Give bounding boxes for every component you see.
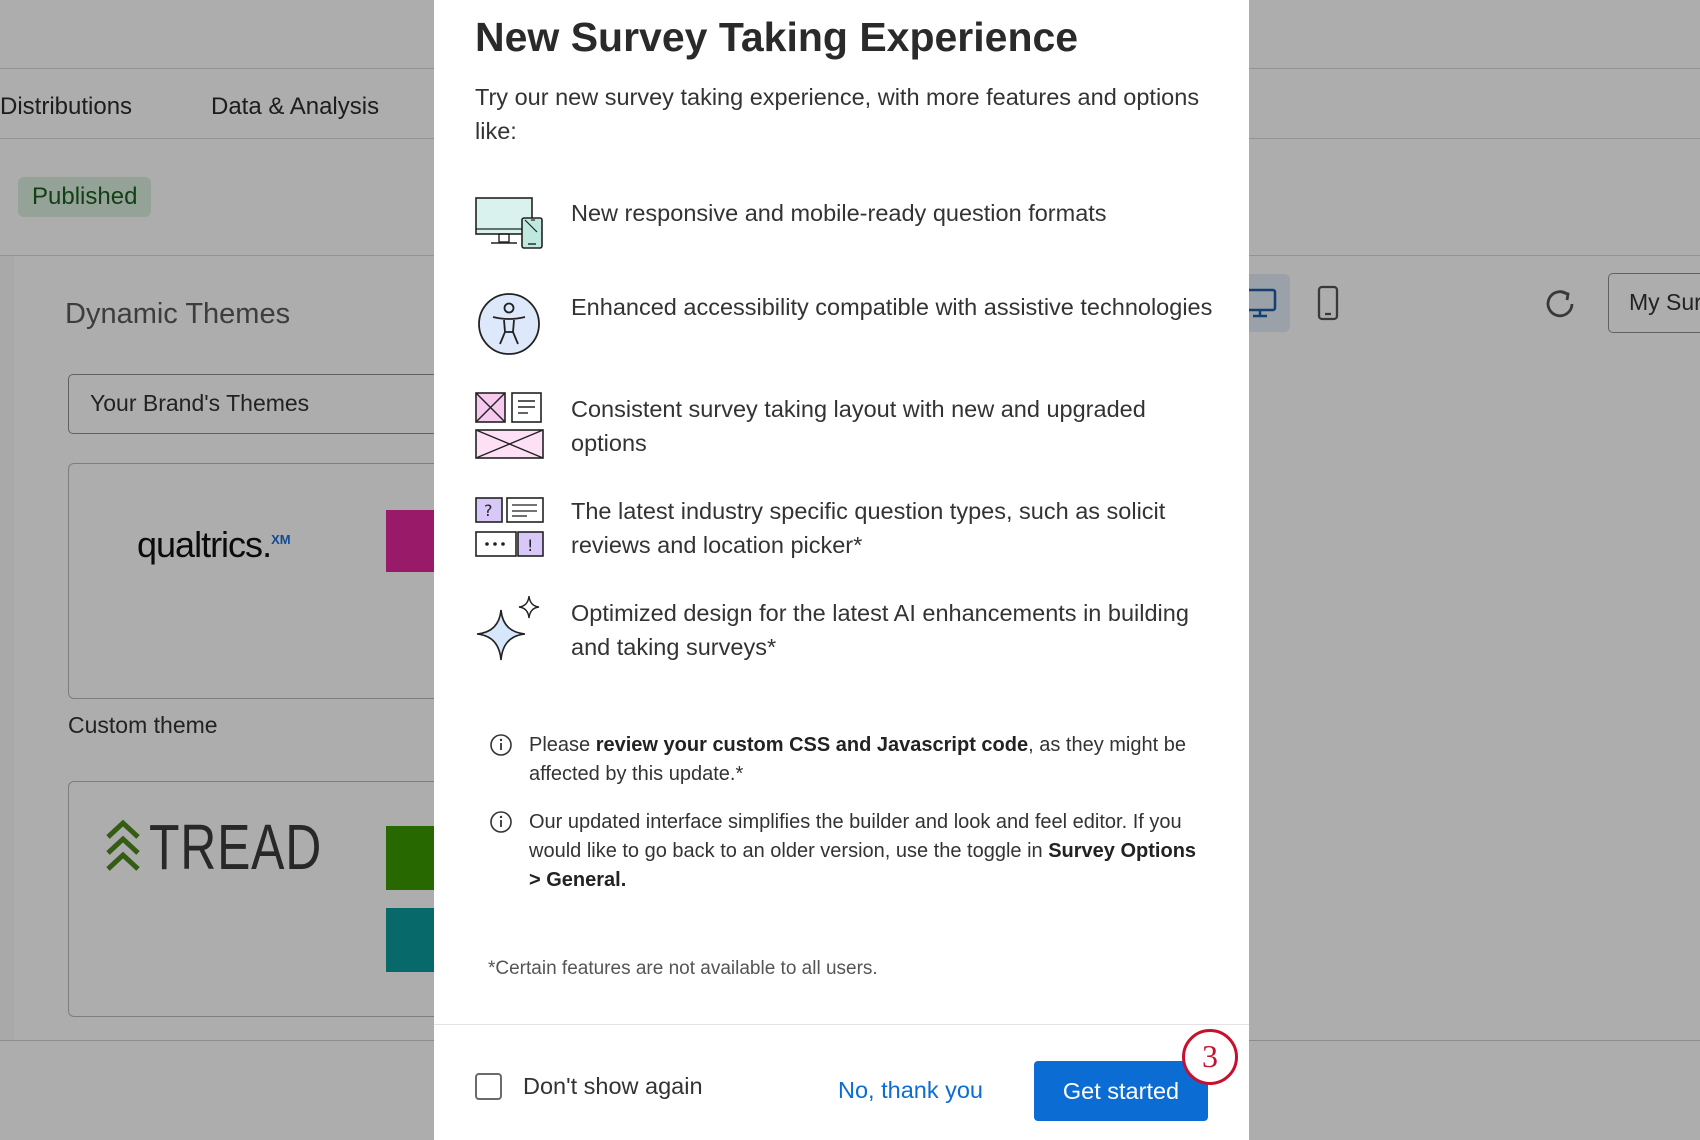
modal-title: New Survey Taking Experience	[475, 14, 1079, 60]
modal-footer: Don't show again No, thank you Get start…	[434, 1024, 1249, 1140]
modal-intro: Try our new survey taking experience, wi…	[475, 84, 1200, 144]
checkbox-label[interactable]: Don't show again	[523, 1073, 703, 1100]
footnote: *Certain features are not available to a…	[488, 958, 878, 979]
no-thank-you-button[interactable]: No, thank you	[838, 1077, 983, 1104]
svg-text:?: ?	[484, 501, 493, 520]
layout-icon	[475, 392, 544, 459]
feature-text: Optimized design for the latest AI enhan…	[571, 600, 1189, 660]
new-experience-modal: New Survey Taking Experience Try our new…	[434, 0, 1249, 1140]
dont-show-again-checkbox[interactable]	[475, 1073, 502, 1100]
accessibility-icon	[478, 293, 540, 355]
info-note-text: Our updated interface simplifies the bui…	[529, 811, 1197, 891]
feature-text: Consistent survey taking layout with new…	[571, 396, 1146, 456]
feature-text: New responsive and mobile-ready question…	[571, 200, 1107, 226]
feature-text: The latest industry specific question ty…	[571, 498, 1166, 558]
feature-text: Enhanced accessibility compatible with a…	[571, 294, 1213, 320]
get-started-button[interactable]: Get started	[1034, 1061, 1208, 1121]
info-note-text: Please review your custom CSS and Javasc…	[529, 734, 1186, 785]
step-number-badge: 3	[1182, 1029, 1238, 1085]
question-types-icon: ? !	[475, 497, 544, 557]
svg-text:!: !	[527, 536, 533, 555]
ai-sparkle-icon	[476, 596, 540, 661]
responsive-devices-icon	[475, 197, 543, 249]
info-icon	[490, 734, 512, 756]
info-icon	[490, 811, 512, 833]
